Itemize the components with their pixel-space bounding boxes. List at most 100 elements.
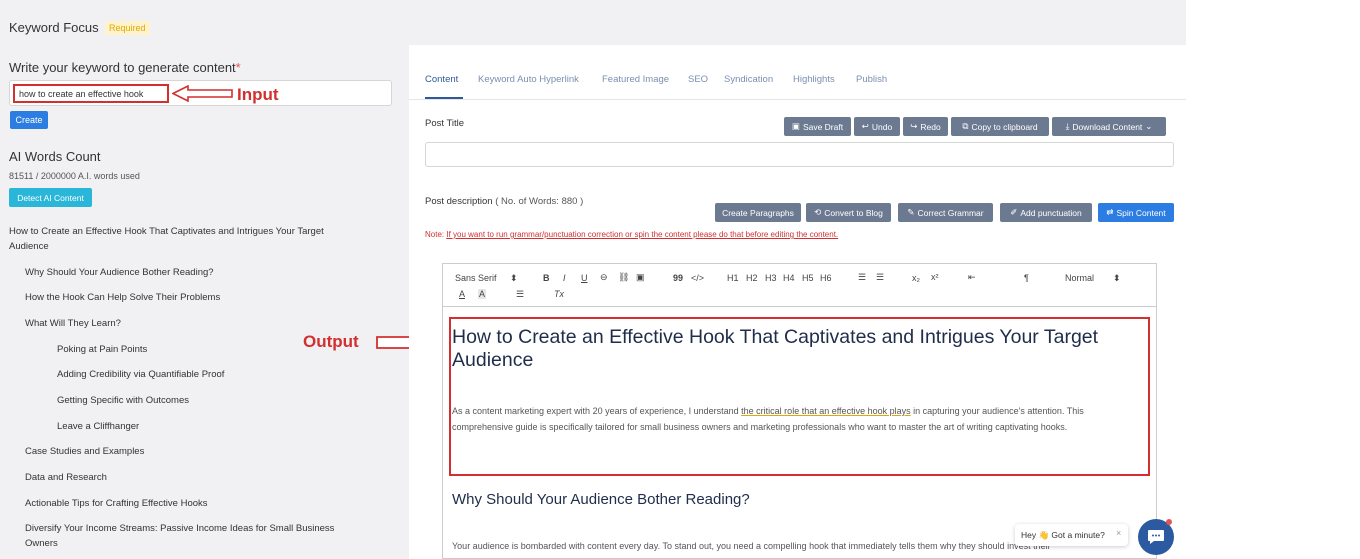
post-title-input[interactable] [425,142,1174,167]
link-icon[interactable]: ⛓ [618,272,629,283]
spin-label: Spin Content [1116,207,1166,218]
download-icon: ⤓ [1065,121,1070,131]
create-paragraphs-button[interactable]: Create Paragraphs [715,203,801,222]
spin-icon: ⇄ [1106,207,1114,217]
document-subheading: Why Should Your Audience Bother Reading? [452,491,750,508]
undo-label: Undo [871,121,893,132]
tab-content[interactable]: Content [425,74,458,85]
outline-item[interactable]: Adding Credibility via Quantifiable Proo… [57,367,224,382]
h5-button[interactable]: H5 [802,273,814,283]
document-paragraph: As a content marketing expert with 20 ye… [452,404,1142,435]
outline-item[interactable]: How to Create an Effective Hook That Cap… [9,224,324,239]
copy-to-clipboard-button[interactable]: ⧉ Copy to clipboard [951,117,1049,136]
font-family-value: Sans Serif [455,273,497,283]
create-button[interactable]: Create [10,111,48,129]
outline-item[interactable]: Why Should Your Audience Bother Reading? [25,265,214,280]
convert-icon: ⟲ [814,207,822,217]
background-color-button[interactable]: A [478,289,487,299]
redo-button[interactable]: ↪ Redo [903,117,948,136]
rtl-button[interactable]: ¶ [1024,273,1029,283]
convert-label: Convert to Blog [824,207,883,218]
code-button[interactable]: </> [691,273,704,283]
align-icon[interactable]: ☰ [516,289,524,300]
outdent-icon[interactable]: ⇤ [968,272,976,283]
edit-note: Note: If you want to run grammar/punctua… [425,230,838,239]
h4-button[interactable]: H4 [783,273,795,283]
required-mark: * [235,60,241,75]
h6-button[interactable]: H6 [820,273,832,283]
text-size-select[interactable]: Normal [1065,273,1094,283]
outline-item[interactable]: Owners [25,536,58,551]
active-tab-indicator [425,97,463,99]
keyword-focus-title: Keyword Focus [9,20,99,35]
chat-greeting-text: Hey 👋 Got a minute? [1021,529,1105,540]
note-prefix: Note: [425,230,445,239]
add-punctuation-button[interactable]: ✐ Add punctuation [1000,203,1092,222]
outline-item[interactable]: What Will They Learn? [25,316,121,331]
underline-button[interactable]: U [581,273,588,283]
save-draft-button[interactable]: ▣ Save Draft [784,117,851,136]
chat-icon [1148,530,1164,544]
word-count: ( No. of Words: 880 ) [495,196,584,207]
convert-to-blog-button[interactable]: ⟲ Convert to Blog [806,203,891,222]
edit-icon: ✎ [907,207,915,217]
required-badge: Required [105,21,150,35]
bold-button[interactable]: B [543,273,550,283]
grammar-highlight: the critical role that an effective hook… [741,406,911,416]
download-content-button[interactable]: ⤓ Download Content ⌄ [1052,117,1166,136]
tab-publish[interactable]: Publish [856,74,887,85]
save-icon: ▣ [791,121,800,131]
outline-item[interactable]: Diversify Your Income Streams: Passive I… [25,521,334,536]
tab-highlights[interactable]: Highlights [793,74,835,85]
outline-item[interactable]: Actionable Tips for Crafting Effective H… [25,496,208,511]
correct-grammar-button[interactable]: ✎ Correct Grammar [898,203,993,222]
post-description-label: Post description ( No. of Words: 880 ) [425,196,583,207]
h3-button[interactable]: H3 [765,273,777,283]
post-description-text: Post description [425,196,493,207]
outline-item[interactable]: Audience [9,239,49,254]
chat-greeting[interactable]: Hey 👋 Got a minute? [1015,524,1128,546]
detect-ai-button[interactable]: Detect AI Content [9,188,92,207]
tab-keyword-auto-hyperlink[interactable]: Keyword Auto Hyperlink [478,74,579,85]
outline-item[interactable]: Data and Research [25,470,107,485]
h2-button[interactable]: H2 [746,273,758,283]
blockquote-button[interactable]: 99 [673,273,683,283]
notification-dot [1166,519,1172,525]
copy-label: Copy to clipboard [971,121,1038,132]
clear-format-button[interactable]: Tx [554,289,564,299]
outline-item[interactable]: Getting Specific with Outcomes [57,393,189,408]
keyword-input[interactable] [19,87,169,101]
italic-button[interactable]: I [563,273,566,283]
tab-divider [409,99,1186,100]
subscript-button[interactable]: x₂ [912,273,920,283]
ordered-list-icon[interactable]: ☰ [858,272,866,283]
text-color-button[interactable]: A [459,289,465,299]
input-highlight-box [13,84,169,103]
font-select-arrows-icon: ⬍ [510,273,518,283]
redo-icon: ↪ [910,121,918,131]
outline-item[interactable]: Leave a Cliffhanger [57,419,139,434]
undo-button[interactable]: ↩ Undo [854,117,900,136]
undo-icon: ↩ [861,121,869,131]
strikethrough-icon[interactable]: ⊖ [600,272,608,283]
keyword-label: Write your keyword to generate content* [9,60,241,75]
outline-item[interactable]: Case Studies and Examples [25,444,144,459]
spin-content-button[interactable]: ⇄ Spin Content [1098,203,1174,222]
tab-seo[interactable]: SEO [688,74,708,85]
bullet-list-icon[interactable]: ☰ [876,272,884,283]
text-size-value: Normal [1065,273,1095,283]
output-annotation: Output [303,332,359,351]
outline-item[interactable]: How the Hook Can Help Solve Their Proble… [25,290,220,305]
image-icon[interactable]: ▣ [636,272,645,283]
paragraph-text-a: As a content marketing expert with 20 ye… [452,406,742,416]
tab-syndication[interactable]: Syndication [724,74,773,85]
tab-featured-image[interactable]: Featured Image [602,74,669,85]
close-icon[interactable]: × [1116,528,1121,538]
chevron-down-icon: ⌄ [1145,121,1153,131]
superscript-button[interactable]: x² [931,272,939,282]
keyword-label-text: Write your keyword to generate content [9,60,236,75]
ai-words-title: AI Words Count [9,149,101,164]
h1-button[interactable]: H1 [727,273,739,283]
font-family-select[interactable]: Sans Serif [455,273,497,283]
outline-item[interactable]: Poking at Pain Points [57,342,147,357]
